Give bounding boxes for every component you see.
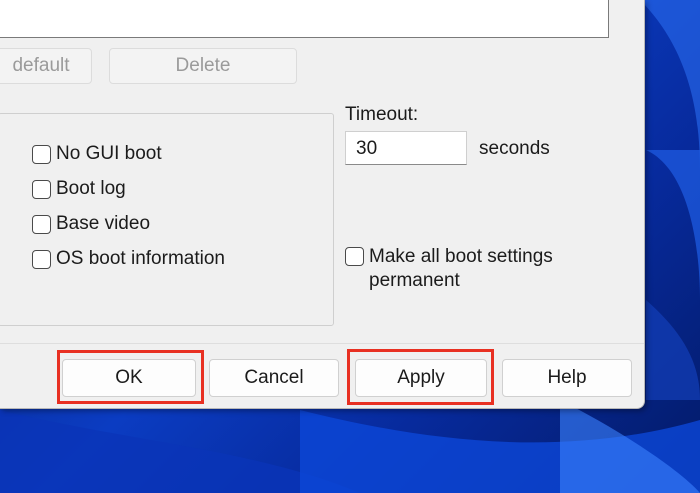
make-permanent-checkbox[interactable]: Make all boot settings permanent	[345, 245, 553, 293]
checkbox-box	[32, 214, 51, 234]
boot-log-label: Boot log	[56, 178, 126, 199]
base-video-checkbox[interactable]: Base video	[32, 213, 150, 235]
os-list-box[interactable]	[0, 0, 609, 38]
timeout-unit-label: seconds	[479, 138, 550, 159]
checkbox-box	[32, 144, 51, 164]
checkbox-box	[345, 247, 364, 266]
make-permanent-label: Make all boot settings permanent	[369, 245, 553, 293]
timeout-value: 30	[356, 138, 378, 159]
help-label: Help	[547, 367, 587, 388]
no-gui-boot-checkbox[interactable]: No GUI boot	[32, 143, 162, 165]
ok-highlight-box	[57, 350, 204, 404]
timeout-label: Timeout:	[345, 104, 419, 125]
apply-highlight-box	[347, 349, 494, 405]
system-configuration-dialog: default Delete No GUI boot Boot log Base…	[0, 0, 645, 409]
set-as-default-button[interactable]: default	[0, 48, 92, 84]
base-video-label: Base video	[56, 213, 151, 234]
set-as-default-label: default	[12, 55, 70, 76]
no-gui-boot-label: No GUI boot	[56, 143, 162, 164]
help-button[interactable]: Help	[502, 359, 632, 397]
delete-label: Delete	[175, 55, 231, 76]
footer-separator	[0, 343, 644, 344]
cancel-button[interactable]: Cancel	[209, 359, 339, 397]
cancel-label: Cancel	[244, 367, 304, 388]
os-boot-information-checkbox[interactable]: OS boot information	[32, 248, 225, 270]
checkbox-box	[32, 179, 51, 199]
timeout-input[interactable]: 30	[345, 131, 467, 165]
boot-log-checkbox[interactable]: Boot log	[32, 178, 126, 200]
make-permanent-line1: Make all boot settings	[369, 246, 553, 267]
delete-button[interactable]: Delete	[109, 48, 297, 84]
os-boot-information-label: OS boot information	[56, 248, 225, 269]
make-permanent-line2: permanent	[369, 270, 460, 291]
checkbox-box	[32, 249, 51, 269]
